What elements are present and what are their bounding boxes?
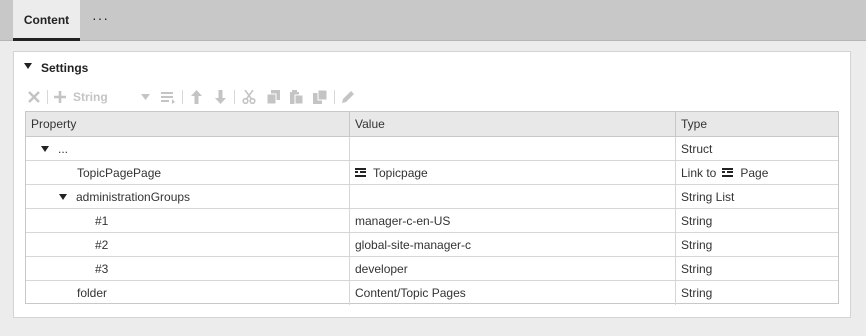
toolbar-divider <box>182 90 183 104</box>
page-icon <box>722 168 734 177</box>
toolbar-divider <box>234 90 235 104</box>
page-icon <box>355 168 366 177</box>
add-icon[interactable] <box>52 87 68 107</box>
settings-panel: Settings String Property Value Type ... … <box>13 51 851 318</box>
value-cell[interactable]: developer <box>350 257 676 280</box>
column-header-type[interactable]: Type <box>676 112 838 136</box>
panel-title: Settings <box>41 61 89 75</box>
table-row[interactable]: administrationGroups String List <box>26 185 838 209</box>
property-cell: #3 <box>26 257 350 280</box>
value-cell[interactable]: manager-c-en-US <box>350 209 676 232</box>
type-cell: String <box>681 261 713 276</box>
copy-icon[interactable] <box>265 87 281 107</box>
value-cell[interactable] <box>350 137 676 160</box>
table-row[interactable]: #2 global-site-manager-c String <box>26 233 838 257</box>
value-cell[interactable]: Content/Topic Pages <box>350 281 676 305</box>
table-row[interactable]: folder Content/Topic Pages String <box>26 281 838 305</box>
property-cell: ... <box>26 137 350 160</box>
cut-icon[interactable] <box>241 87 257 107</box>
property-cell: TopicPagePage <box>26 161 350 184</box>
edit-icon[interactable] <box>340 87 356 107</box>
type-cell: String List <box>681 189 735 204</box>
table-row[interactable]: TopicPagePage Topicpage Link to Page <box>26 161 838 185</box>
move-down-icon[interactable] <box>213 87 227 107</box>
value-cell[interactable] <box>350 185 676 208</box>
toolbar-divider <box>334 90 335 104</box>
table-row[interactable]: ... Struct <box>26 137 838 161</box>
property-cell: #2 <box>26 233 350 256</box>
delete-icon[interactable] <box>26 87 42 107</box>
type-cell: Struct <box>681 141 713 156</box>
property-grid: Property Value Type ... Struct TopicPage… <box>25 111 839 305</box>
type-cell: String <box>681 237 713 252</box>
property-cell: folder <box>26 281 350 305</box>
more-tabs-button[interactable]: ··· <box>92 10 116 26</box>
type-link-target: Page <box>740 165 769 180</box>
table-row[interactable]: #1 manager-c-en-US String <box>26 209 838 233</box>
move-up-icon[interactable] <box>189 87 203 107</box>
grid-header-row: Property Value Type <box>26 112 838 137</box>
string-type-label[interactable]: String <box>73 90 108 104</box>
paste-icon[interactable] <box>288 87 304 107</box>
type-cell: String <box>681 286 713 300</box>
type-link-prefix: Link to <box>681 165 717 180</box>
table-row[interactable]: #3 developer String <box>26 257 838 281</box>
property-name: administrationGroups <box>76 189 191 204</box>
paste-special-icon[interactable] <box>312 87 328 107</box>
value-cell[interactable]: Topicpage <box>350 161 676 184</box>
linked-page-name[interactable]: Topicpage <box>373 166 428 180</box>
struct-toolbar: String <box>26 87 426 109</box>
expand-icon[interactable] <box>59 193 67 200</box>
type-cell: String <box>681 213 713 228</box>
settings-panel-header[interactable]: Settings <box>14 52 850 82</box>
property-cell: #1 <box>26 209 350 232</box>
property-cell: administrationGroups <box>26 185 350 208</box>
value-cell[interactable]: global-site-manager-c <box>350 233 676 256</box>
tab-content-label: Content <box>23 13 70 27</box>
tab-bar: Content ··· <box>0 0 866 41</box>
expand-icon[interactable] <box>41 145 49 152</box>
dropdown-chevron-icon[interactable] <box>139 87 151 107</box>
type-cell: Link to Page <box>676 161 838 184</box>
toolbar-divider <box>47 90 48 104</box>
column-header-value[interactable]: Value <box>350 112 676 136</box>
collapse-icon[interactable] <box>24 63 32 69</box>
column-header-property[interactable]: Property <box>26 112 350 136</box>
tab-content[interactable]: Content <box>13 0 80 41</box>
list-icon[interactable] <box>160 87 176 107</box>
property-name: ... <box>58 141 69 156</box>
